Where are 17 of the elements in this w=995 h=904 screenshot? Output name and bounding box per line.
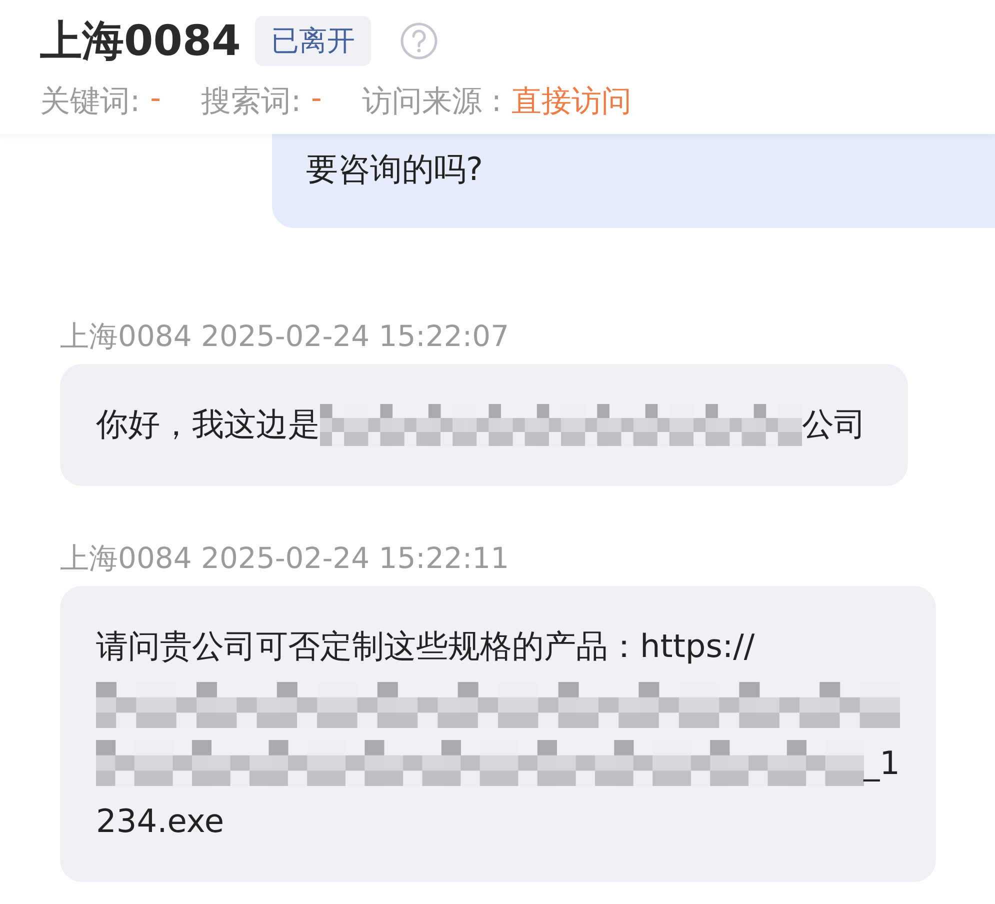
message-timestamp: 上海0084 2025-02-24 15:22:11 bbox=[60, 540, 510, 577]
message-text: 请问贵公司可否定制这些规格的产品：https:// bbox=[96, 626, 755, 667]
message-text: 你好，我这边是 bbox=[96, 404, 320, 445]
meta-label: 关键词: bbox=[40, 82, 140, 120]
message-text: 公司 bbox=[802, 404, 866, 445]
message-timestamp: 上海0084 2025-02-24 15:22:07 bbox=[60, 318, 510, 355]
meta-label: 访问来源 : bbox=[362, 82, 502, 120]
message-text: 要咨询的吗? bbox=[306, 149, 483, 190]
message-text: _1 bbox=[864, 744, 900, 782]
message-text: 234.exe bbox=[96, 802, 224, 840]
status-tag: 已离开 bbox=[254, 16, 371, 66]
meta-value: - bbox=[311, 80, 322, 118]
meta-value: 直接访问 bbox=[512, 82, 632, 120]
meta-label: 搜索词: bbox=[200, 82, 302, 120]
help-icon[interactable] bbox=[398, 21, 439, 61]
visitor-name: 上海0084 bbox=[40, 15, 241, 67]
meta-value: - bbox=[150, 80, 161, 118]
